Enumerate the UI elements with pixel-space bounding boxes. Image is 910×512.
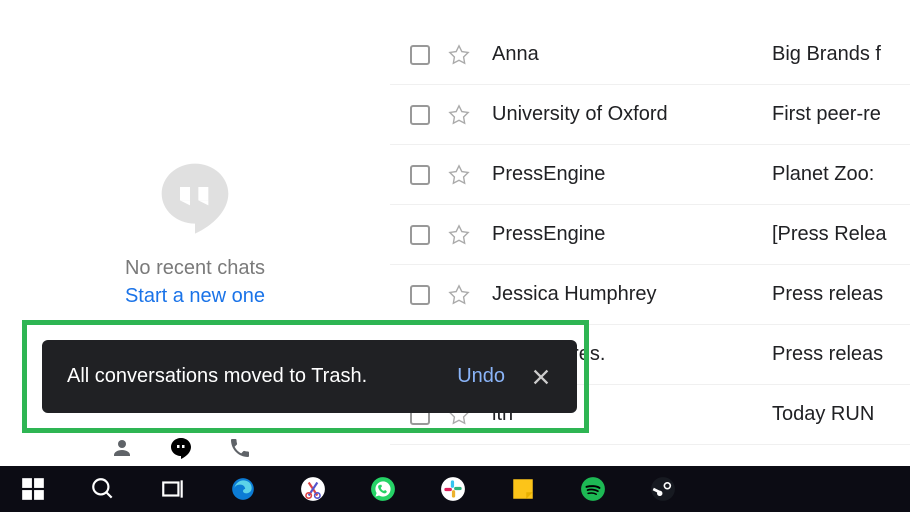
- email-sender: University of Oxford: [492, 103, 772, 126]
- undo-button[interactable]: Undo: [457, 365, 505, 388]
- email-subject: Big Brands f: [772, 43, 881, 66]
- start-new-chat-link[interactable]: Start a new one: [125, 285, 265, 308]
- snip-tool-icon[interactable]: [290, 466, 336, 512]
- email-subject: Press releas: [772, 343, 883, 366]
- hangouts-active-icon[interactable]: [169, 436, 193, 460]
- person-icon[interactable]: [110, 436, 134, 460]
- email-subject: First peer-re: [772, 103, 881, 126]
- email-checkbox[interactable]: [410, 105, 430, 125]
- email-subject: Press releas: [772, 283, 883, 306]
- email-checkbox[interactable]: [410, 165, 430, 185]
- star-icon[interactable]: [448, 224, 470, 246]
- email-subject: Planet Zoo:: [772, 163, 874, 186]
- slack-icon[interactable]: [430, 466, 476, 512]
- edge-browser-icon[interactable]: [220, 466, 266, 512]
- phone-icon[interactable]: [228, 436, 252, 460]
- no-chats-label: No recent chats: [125, 257, 265, 280]
- whatsapp-icon[interactable]: [360, 466, 406, 512]
- email-checkbox[interactable]: [410, 285, 430, 305]
- star-icon[interactable]: [448, 164, 470, 186]
- email-row[interactable]: PressEngine Planet Zoo:: [390, 145, 910, 205]
- search-icon[interactable]: [80, 466, 126, 512]
- spotify-icon[interactable]: [570, 466, 616, 512]
- email-sender: Anna: [492, 43, 772, 66]
- task-view-icon[interactable]: [150, 466, 196, 512]
- sidebar-tabs: [110, 436, 252, 465]
- email-sender: Jessica Humphrey: [492, 283, 772, 306]
- sticky-notes-icon[interactable]: [500, 466, 546, 512]
- email-sender: PressEngine: [492, 163, 772, 186]
- email-checkbox[interactable]: [410, 45, 430, 65]
- hangouts-icon: [155, 157, 235, 237]
- start-button[interactable]: [10, 466, 56, 512]
- star-icon[interactable]: [448, 44, 470, 66]
- windows-taskbar: [0, 466, 910, 512]
- star-icon[interactable]: [448, 104, 470, 126]
- star-icon[interactable]: [448, 284, 470, 306]
- email-row[interactable]: University of Oxford First peer-re: [390, 85, 910, 145]
- email-checkbox[interactable]: [410, 225, 430, 245]
- email-sender: PressEngine: [492, 223, 772, 246]
- close-icon[interactable]: [530, 366, 552, 388]
- email-row[interactable]: Anna Big Brands f: [390, 25, 910, 85]
- email-subject: [Press Relea: [772, 223, 887, 246]
- toast-message: All conversations moved to Trash.: [67, 365, 432, 388]
- email-row[interactable]: PressEngine [Press Relea: [390, 205, 910, 265]
- email-row[interactable]: Jessica Humphrey Press releas: [390, 265, 910, 325]
- steam-icon[interactable]: [640, 466, 686, 512]
- email-subject: Today RUN: [772, 403, 874, 426]
- toast-notification: All conversations moved to Trash. Undo: [42, 340, 577, 413]
